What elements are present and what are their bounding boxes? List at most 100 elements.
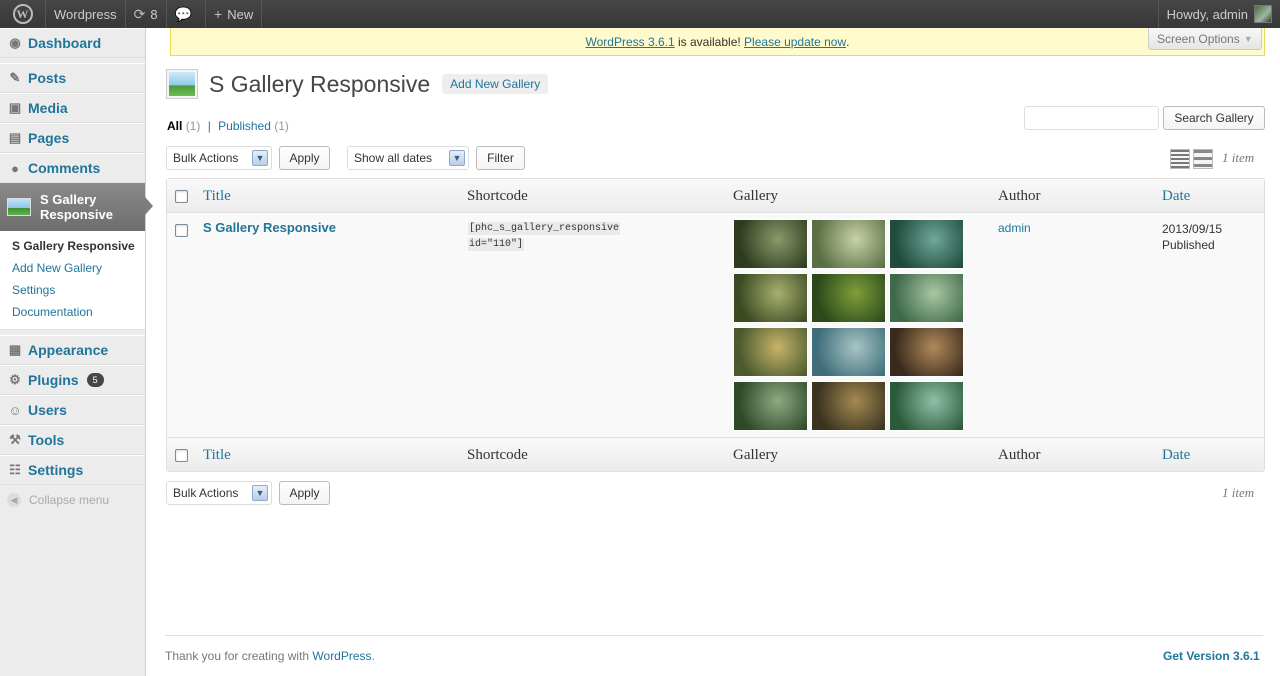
column-date-footer[interactable]: Date — [1162, 447, 1190, 464]
screen-options-button[interactable]: Screen Options ▼ — [1148, 28, 1262, 50]
wordpress-logo-menu[interactable]: W — [0, 0, 46, 28]
row-title-link[interactable]: S Gallery Responsive — [203, 220, 336, 235]
gallery-thumbnail — [733, 273, 808, 323]
sidebar-item-settings[interactable]: ☷ Settings — [0, 455, 145, 485]
column-shortcode: Shortcode — [467, 188, 528, 204]
select-all-checkbox[interactable] — [175, 190, 188, 203]
sidebar-item-label: Tools — [28, 432, 65, 448]
sidebar-item-appearance[interactable]: ▦ Appearance — [0, 335, 145, 365]
chevron-down-icon: ▼ — [1243, 33, 1253, 44]
sidebar-item-plugins[interactable]: ⚙ Plugins 5 — [0, 365, 145, 395]
add-new-gallery-button[interactable]: Add New Gallery — [442, 74, 549, 94]
column-shortcode-footer: Shortcode — [467, 447, 528, 463]
sidebar-item-label: Media — [28, 100, 68, 116]
avatar — [1254, 5, 1272, 23]
update-now-link[interactable]: Please update now — [744, 35, 846, 49]
wordpress-version-link[interactable]: WordPress 3.6.1 — [586, 35, 675, 49]
site-name-menu[interactable]: Wordpress — [46, 0, 126, 28]
column-title[interactable]: Title — [203, 188, 231, 205]
column-title-footer[interactable]: Title — [203, 447, 231, 464]
sidebar-item-label: Appearance — [28, 342, 109, 358]
gallery-thumbnail — [889, 327, 964, 377]
sidebar-item-label: Dashboard — [28, 35, 102, 51]
submenu-item-settings[interactable]: Settings — [0, 279, 145, 301]
date-filter-select[interactable]: Show all dates ▼ — [347, 146, 469, 170]
sidebar-item-users[interactable]: ☺ Users — [0, 395, 145, 425]
search-gallery-button[interactable]: Search Gallery — [1163, 106, 1265, 130]
account-menu[interactable]: Howdy, admin — [1157, 0, 1280, 28]
shortcode-line1: [phc_s_gallery_responsive — [468, 222, 621, 235]
view-published-count: (1) — [274, 119, 289, 133]
bulk-actions-select-top[interactable]: Bulk Actions ▼ — [166, 146, 272, 170]
date-cell: 2013/09/15 Published — [1162, 221, 1222, 253]
view-all-link[interactable]: All — [167, 119, 182, 133]
collapse-menu-label: Collapse menu — [29, 493, 110, 507]
sidebar-item-pages[interactable]: ▤ Pages — [0, 123, 145, 153]
table-row: S Gallery Responsive [phc_s_gallery_resp… — [167, 214, 1264, 437]
gallery-thumbnail — [889, 219, 964, 269]
sidebar-item-s-gallery-responsive[interactable]: S Gallery Responsive — [0, 183, 153, 231]
bulk-actions-value-bottom: Bulk Actions — [173, 486, 239, 500]
admin-bar: W Wordpress ⟳ 8 💬 + New Howdy, admin — [0, 0, 1280, 28]
page-heading: S Gallery Responsive Add New Gallery — [167, 70, 549, 98]
gallery-thumbnail — [889, 273, 964, 323]
tools-icon: ⚒ — [9, 432, 21, 447]
sidebar-item-tools[interactable]: ⚒ Tools — [0, 425, 145, 455]
item-count-top: 1 item — [1222, 150, 1255, 165]
apply-button-bottom[interactable]: Apply — [279, 481, 330, 505]
author-link[interactable]: admin — [998, 221, 1031, 235]
column-gallery: Gallery — [733, 188, 778, 204]
apply-button-top[interactable]: Apply — [279, 146, 330, 170]
submenu-item-documentation[interactable]: Documentation — [0, 301, 145, 323]
list-view-icon[interactable] — [1170, 149, 1190, 169]
sidebar-current-label-line1: S Gallery — [40, 192, 97, 207]
bulk-actions-value: Bulk Actions — [173, 151, 239, 165]
search-input[interactable] — [1024, 106, 1159, 130]
column-date[interactable]: Date — [1162, 188, 1190, 205]
sidebar-item-comments[interactable]: ● Comments — [0, 153, 145, 183]
sidebar-item-dashboard[interactable]: ◉ Dashboard — [0, 28, 145, 58]
submenu-item-s-gallery-responsive[interactable]: S Gallery Responsive — [0, 235, 145, 257]
new-content-menu[interactable]: + New — [206, 0, 263, 28]
views-separator: | — [207, 119, 211, 133]
gallery-thumbnails — [733, 219, 964, 431]
column-gallery-footer: Gallery — [733, 447, 778, 463]
submenu-item-add-new-gallery[interactable]: Add New Gallery — [0, 257, 145, 279]
bulk-actions-select-bottom[interactable]: Bulk Actions ▼ — [166, 481, 272, 505]
sidebar-item-posts[interactable]: ✎ Posts — [0, 63, 145, 93]
wordpress-link[interactable]: WordPress — [312, 649, 371, 663]
wordpress-logo-icon: W — [12, 4, 33, 24]
chevron-down-icon: ▼ — [252, 150, 268, 166]
excerpt-view-icon[interactable] — [1193, 149, 1213, 169]
gallery-thumbnail — [811, 381, 886, 431]
gallery-thumbnail — [733, 219, 808, 269]
page-title: S Gallery Responsive — [209, 70, 431, 97]
updates-menu[interactable]: ⟳ 8 — [126, 0, 167, 28]
collapse-menu-button[interactable]: ◀ Collapse menu — [0, 485, 145, 515]
gallery-list-table: Title Shortcode Gallery Author Date S Ga… — [166, 178, 1265, 472]
sidebar-item-media[interactable]: ▣ Media — [0, 93, 145, 123]
row-checkbox[interactable] — [175, 224, 188, 237]
comments-menu[interactable]: 💬 — [167, 0, 207, 28]
footer-divider — [165, 635, 1263, 636]
date-value: 2013/09/15 — [1162, 222, 1223, 236]
column-author-footer: Author — [998, 447, 1041, 463]
footer-thanks: Thank you for creating with WordPress. — [165, 649, 375, 663]
plugins-update-badge: 5 — [86, 373, 104, 387]
dashboard-icon: ◉ — [9, 35, 21, 50]
update-nag: WordPress 3.6.1 is available! Please upd… — [170, 28, 1265, 56]
sidebar-item-label: Plugins — [28, 372, 79, 388]
get-version-link[interactable]: Get Version 3.6.1 — [1163, 649, 1260, 663]
nag-end: . — [846, 34, 850, 49]
table-footer: Title Shortcode Gallery Author Date — [167, 437, 1264, 471]
site-name-label: Wordpress — [54, 6, 117, 22]
footer-end: . — [371, 649, 375, 663]
gallery-thumbnail — [811, 273, 886, 323]
view-published-link[interactable]: Published — [218, 119, 271, 133]
gallery-icon — [7, 198, 31, 216]
screen-options-label: Screen Options — [1157, 31, 1240, 46]
sidebar-current-label-line2: Responsive — [40, 207, 113, 222]
filter-button[interactable]: Filter — [476, 146, 525, 170]
select-all-checkbox-footer[interactable] — [175, 449, 188, 462]
pages-icon: ▤ — [8, 130, 22, 145]
